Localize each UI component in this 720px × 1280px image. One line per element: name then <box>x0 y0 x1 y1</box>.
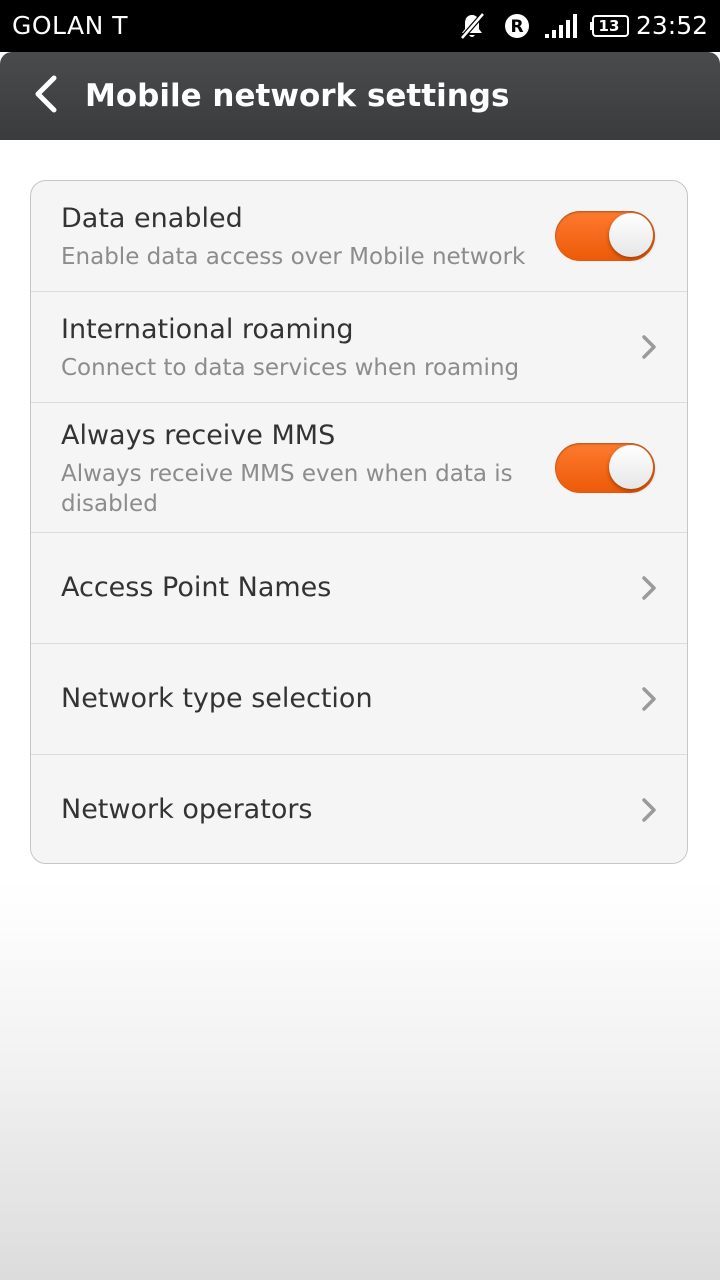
signal-strength-icon <box>544 13 578 39</box>
clock: 23:52 <box>635 11 708 40</box>
svg-text:R: R <box>510 17 523 37</box>
setting-title: Network type selection <box>61 683 373 714</box>
setting-network-operators[interactable]: Network operators <box>31 755 687 863</box>
action-bar: Mobile network settings <box>0 52 720 140</box>
data-enabled-toggle[interactable] <box>555 211 655 261</box>
setting-title: International roaming <box>61 314 354 345</box>
settings-list: Data enabled Enable data access over Mob… <box>30 180 688 864</box>
setting-data-enabled[interactable]: Data enabled Enable data access over Mob… <box>31 181 687 292</box>
carrier-name: GOLAN T <box>12 11 129 40</box>
setting-summary: Always receive MMS even when data is dis… <box>61 461 513 517</box>
always-receive-mms-toggle[interactable] <box>555 443 655 493</box>
setting-summary: Connect to data services when roaming <box>61 355 520 381</box>
setting-summary: Enable data access over Mobile network <box>61 244 526 270</box>
roaming-r-icon: R <box>504 13 530 39</box>
toggle-knob <box>609 445 653 489</box>
notifications-muted-icon <box>458 12 486 40</box>
setting-always-receive-mms[interactable]: Always receive MMS Always receive MMS ev… <box>31 403 687 533</box>
chevron-right-icon <box>639 685 659 713</box>
setting-title: Data enabled <box>61 203 243 234</box>
chevron-right-icon <box>639 796 659 824</box>
toggle-knob <box>609 213 653 257</box>
setting-network-type-selection[interactable]: Network type selection <box>31 644 687 755</box>
setting-title: Always receive MMS <box>61 420 336 451</box>
back-button[interactable] <box>22 72 70 120</box>
setting-access-point-names[interactable]: Access Point Names <box>31 533 687 644</box>
battery-level: 13 <box>598 17 620 35</box>
chevron-right-icon <box>639 333 659 361</box>
battery-icon: 13 <box>589 15 630 37</box>
chevron-left-icon <box>33 75 59 117</box>
chevron-right-icon <box>639 574 659 602</box>
setting-title: Network operators <box>61 794 313 825</box>
status-bar: GOLAN T R 13 23:52 <box>0 0 720 52</box>
setting-title: Access Point Names <box>61 572 332 603</box>
page-title: Mobile network settings <box>85 78 510 114</box>
setting-international-roaming[interactable]: International roaming Connect to data se… <box>31 292 687 403</box>
status-icons: R 13 23:52 <box>458 8 708 44</box>
